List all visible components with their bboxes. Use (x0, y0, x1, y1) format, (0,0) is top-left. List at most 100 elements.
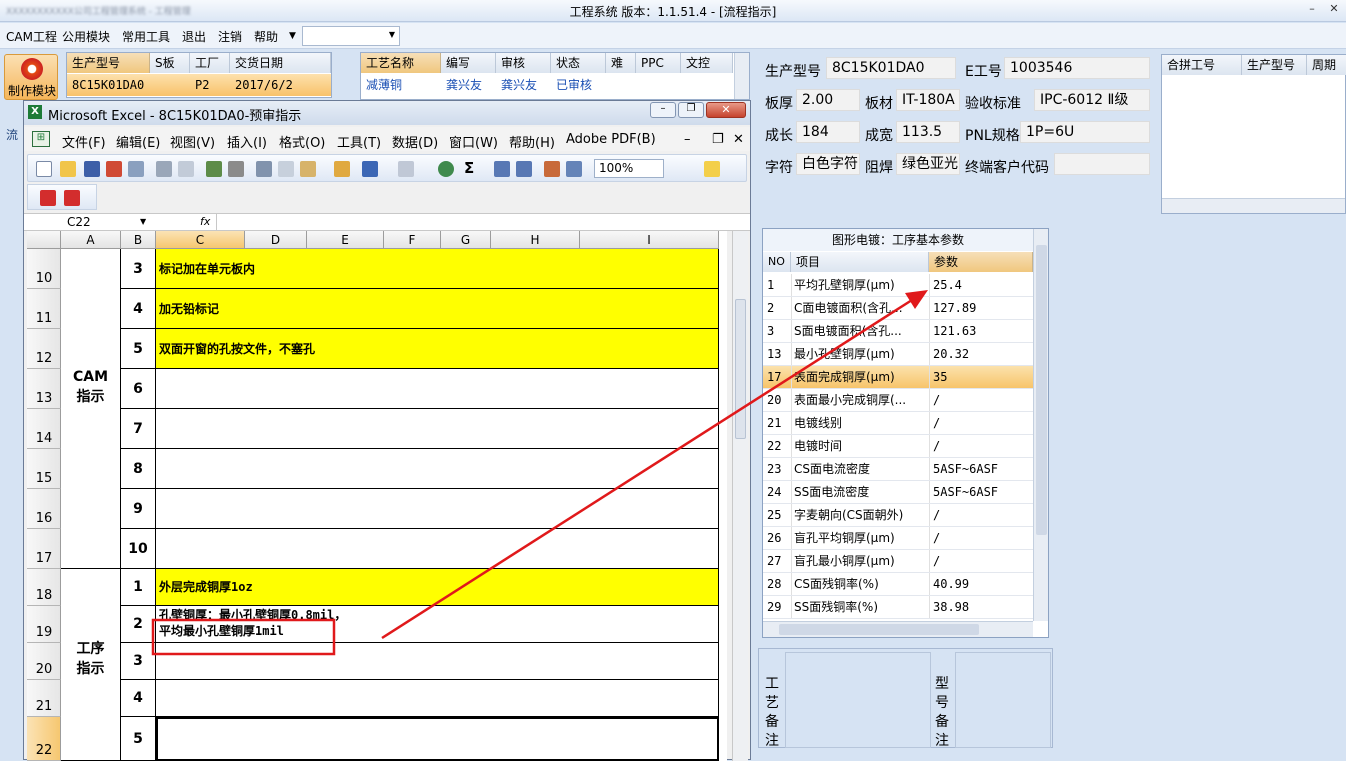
fill-color-icon[interactable] (704, 161, 720, 177)
drawing-icon[interactable] (566, 161, 582, 177)
paste-icon[interactable] (300, 161, 316, 177)
pdf-convert-icon[interactable] (40, 190, 56, 206)
cut-icon[interactable] (256, 161, 272, 177)
menu-format[interactable]: 格式(O) (279, 132, 325, 151)
row-header-17[interactable]: 17 (27, 529, 61, 569)
item-number-cell[interactable]: 3 (121, 643, 156, 680)
excel-minimize-icon[interactable]: – (650, 102, 676, 118)
instruction-cell[interactable] (156, 717, 719, 761)
h-scrollbar[interactable] (1162, 198, 1345, 213)
formula-input[interactable] (216, 214, 748, 230)
menu-tools[interactable]: 工具(T) (337, 132, 381, 151)
column-header-h[interactable]: H (491, 231, 580, 249)
instruction-cell[interactable]: 外层完成铜厚1oz (156, 569, 719, 606)
permission-icon[interactable] (106, 161, 122, 177)
redo-icon[interactable] (398, 161, 414, 177)
menu-cam[interactable]: CAM工程 (6, 28, 57, 45)
menu-common-module[interactable]: 公用模块 (62, 28, 110, 45)
instruction-cell[interactable] (156, 643, 719, 680)
table-row[interactable]: 1 平均孔壁铜厚(μm) 25.4 (763, 274, 1033, 297)
research-icon[interactable] (228, 161, 244, 177)
instruction-cell[interactable]: 双面开窗的孔按文件，不塞孔 (156, 329, 719, 369)
scroll-thumb[interactable] (735, 299, 746, 439)
instruction-cell[interactable] (156, 529, 719, 569)
menu-adobe-pdf[interactable]: Adobe PDF(B) (566, 132, 656, 147)
width-field[interactable]: 113.5 (896, 121, 960, 143)
instruction-cell[interactable]: 加无铅标记 (156, 289, 719, 329)
instruction-cell[interactable] (156, 680, 719, 717)
col-header[interactable]: 合拼工号 (1162, 55, 1242, 75)
scrollbar[interactable] (734, 53, 749, 99)
row-header-21[interactable]: 21 (27, 680, 61, 717)
instruction-cell[interactable] (156, 489, 719, 529)
item-number-cell[interactable]: 10 (121, 529, 156, 569)
col-header[interactable]: S板 (150, 53, 190, 73)
row-header-19[interactable]: 19 (27, 606, 61, 643)
col-header[interactable]: 工厂 (190, 53, 230, 73)
chart-wizard-icon[interactable] (544, 161, 560, 177)
item-number-cell[interactable]: 9 (121, 489, 156, 529)
fx-icon[interactable]: fx (200, 215, 210, 228)
chevron-down-icon[interactable]: ▼ (289, 31, 296, 41)
column-header-g[interactable]: G (441, 231, 491, 249)
table-row[interactable]: 24 SS面电流密度 5ASF~6ASF (763, 481, 1033, 504)
col-header[interactable]: 难 (606, 53, 636, 73)
item-number-cell[interactable]: 5 (121, 329, 156, 369)
table-row[interactable]: 25 字麦朝向(CS面朝外) / (763, 504, 1033, 527)
pdf-email-icon[interactable] (64, 190, 80, 206)
menu-help[interactable]: 帮助 (254, 28, 278, 45)
col-header[interactable]: 文控 (681, 53, 733, 73)
print-preview-icon[interactable] (178, 161, 194, 177)
sheet-icon[interactable]: ⊞ (32, 131, 50, 147)
col-header[interactable]: 状态 (551, 53, 606, 73)
instruction-cell[interactable]: 标记加在单元板内 (156, 249, 719, 289)
sheet-v-scrollbar[interactable] (732, 231, 748, 761)
left-tab[interactable]: 流 (6, 126, 18, 143)
open-icon[interactable] (60, 161, 76, 177)
table-row[interactable]: 3 S面电镀面积(含孔... 121.63 (763, 320, 1033, 343)
row-header-13[interactable]: 13 (27, 369, 61, 409)
chevron-down-icon[interactable]: ▼ (140, 217, 146, 226)
col-header[interactable]: PPC (636, 53, 681, 73)
row-header-22[interactable]: 22 (27, 717, 61, 761)
menu-edit[interactable]: 编辑(E) (116, 132, 160, 151)
column-header-f[interactable]: F (384, 231, 441, 249)
e-field[interactable]: 1003546 (1004, 57, 1150, 79)
toolbar-combo[interactable]: ▼ (302, 26, 400, 46)
h-scrollbar[interactable] (763, 621, 1033, 637)
table-row[interactable]: 29 SS面残铜率(%) 38.98 (763, 596, 1033, 619)
table-row[interactable]: 13 最小孔壁铜厚(μm) 20.32 (763, 343, 1033, 366)
material-field[interactable]: IT-180A (896, 89, 960, 111)
model-field[interactable]: 8C15K01DA0 (826, 57, 956, 79)
thickness-field[interactable]: 2.00 (796, 89, 860, 111)
format-painter-icon[interactable] (334, 161, 350, 177)
item-number-cell[interactable]: 3 (121, 249, 156, 289)
scroll-thumb[interactable] (779, 624, 979, 635)
customer-field[interactable] (1054, 153, 1150, 175)
table-row[interactable]: 26 盲孔平均铜厚(μm) / (763, 527, 1033, 550)
minimize-icon[interactable]: – (1300, 0, 1324, 18)
mask-field[interactable]: 绿色亚光 (896, 153, 960, 175)
menu-help[interactable]: 帮助(H) (509, 132, 555, 151)
menu-logout[interactable]: 注销 (218, 28, 242, 45)
row-header-14[interactable]: 14 (27, 409, 61, 449)
menu-view[interactable]: 视图(V) (170, 132, 215, 151)
copy-icon[interactable] (278, 161, 294, 177)
menu-window[interactable]: 窗口(W) (449, 132, 498, 151)
email-icon[interactable] (128, 161, 144, 177)
row-header-18[interactable]: 18 (27, 569, 61, 606)
col-header[interactable]: 工艺名称 (361, 53, 441, 73)
standard-field[interactable]: IPC-6012 Ⅱ级 (1034, 89, 1150, 111)
doc-close-icon[interactable]: ✕ (733, 132, 744, 147)
col-header[interactable]: 生产型号 (67, 53, 150, 73)
select-all-corner[interactable] (27, 231, 61, 249)
col-header[interactable]: 生产型号 (1242, 55, 1307, 75)
table-row[interactable]: 17 表面完成铜厚(μm) 35 (763, 366, 1033, 389)
row-header-20[interactable]: 20 (27, 643, 61, 680)
column-header-c[interactable]: C (156, 231, 245, 249)
column-header-d[interactable]: D (245, 231, 307, 249)
table-row[interactable]: 21 电镀线别 / (763, 412, 1033, 435)
make-module-button[interactable]: 制作模块 (4, 54, 58, 100)
zoom-select[interactable]: 100% (594, 159, 664, 178)
hyperlink-icon[interactable] (438, 161, 454, 177)
